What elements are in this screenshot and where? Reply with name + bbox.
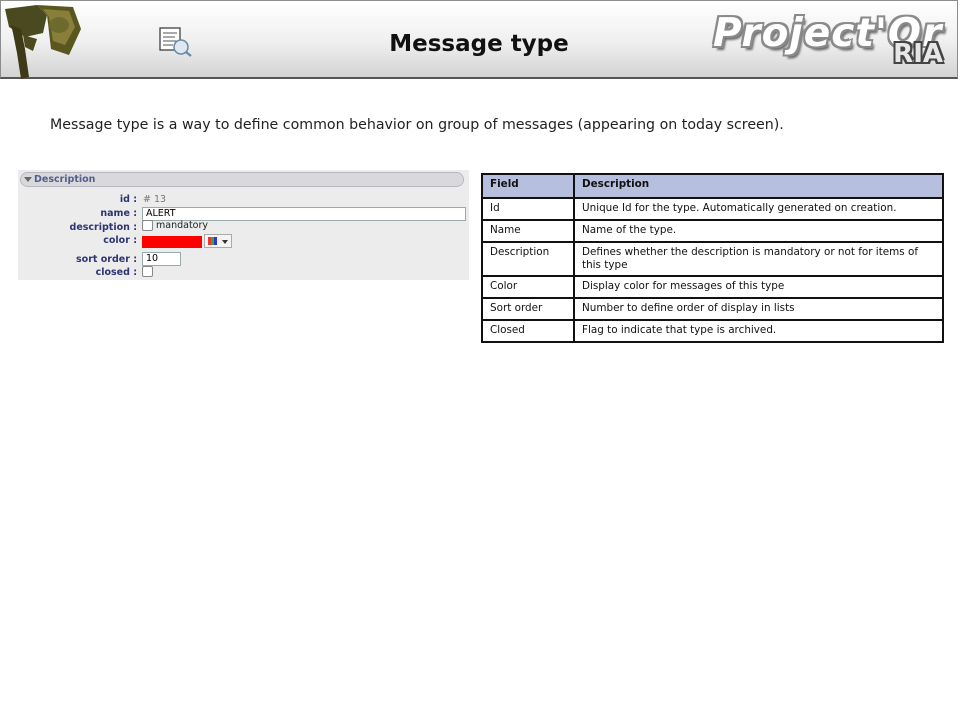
description-cell: Flag to indicate that type is archived. <box>573 319 944 343</box>
field-table: Field Description Id Unique Id for the t… <box>481 173 944 343</box>
color-label: color : <box>103 235 137 246</box>
intro-text: Message type is a way to define common b… <box>50 117 784 133</box>
table-row: Description Defines whether the descript… <box>481 241 944 277</box>
mandatory-checkbox[interactable] <box>142 220 153 231</box>
table-row: Sort order Number to define order of dis… <box>481 297 944 321</box>
brand-logo: Project'Or RIA <box>713 11 943 71</box>
description-panel: Description id : # 13 name : ALERT descr… <box>18 170 469 280</box>
table-row: Closed Flag to indicate that type is arc… <box>481 319 944 343</box>
table-row: Id Unique Id for the type. Automatically… <box>481 197 944 221</box>
brand-suffix: RIA <box>893 39 943 69</box>
closed-label: closed : <box>95 267 137 278</box>
field-cell: Color <box>481 275 575 299</box>
color-swatch[interactable] <box>142 236 202 248</box>
section-title: Description <box>34 174 96 185</box>
header-banner: Message type Project'Or RIA <box>0 0 958 79</box>
table-row: Name Name of the type. <box>481 219 944 243</box>
description-cell: Defines whether the description is manda… <box>573 241 944 277</box>
chevron-down-icon <box>222 240 228 244</box>
column-header-field: Field <box>481 173 575 199</box>
mandatory-label: mandatory <box>156 220 209 231</box>
field-cell: Sort order <box>481 297 575 321</box>
field-cell: Closed <box>481 319 575 343</box>
description-cell: Unique Id for the type. Automatically ge… <box>573 197 944 221</box>
field-cell: Description <box>481 241 575 277</box>
collapse-arrow-icon[interactable] <box>24 177 32 182</box>
description-cell: Name of the type. <box>573 219 944 243</box>
color-picker-button[interactable] <box>204 234 232 248</box>
id-value: # 13 <box>143 194 167 205</box>
closed-checkbox[interactable] <box>142 266 153 277</box>
section-header[interactable]: Description <box>20 172 464 187</box>
palette-icon <box>208 237 217 245</box>
description-cell: Display color for messages of this type <box>573 275 944 299</box>
sort-order-label: sort order : <box>76 254 137 265</box>
field-cell: Name <box>481 219 575 243</box>
field-cell: Id <box>481 197 575 221</box>
description-label: description : <box>69 222 137 233</box>
name-label: name : <box>100 208 137 219</box>
description-cell: Number to define order of display in lis… <box>573 297 944 321</box>
column-header-description: Description <box>573 173 944 199</box>
sort-order-input[interactable]: 10 <box>142 252 181 266</box>
table-row: Color Display color for messages of this… <box>481 275 944 299</box>
id-label: id : <box>119 194 137 205</box>
table-header-row: Field Description <box>481 173 944 199</box>
name-input[interactable]: ALERT <box>142 207 466 221</box>
